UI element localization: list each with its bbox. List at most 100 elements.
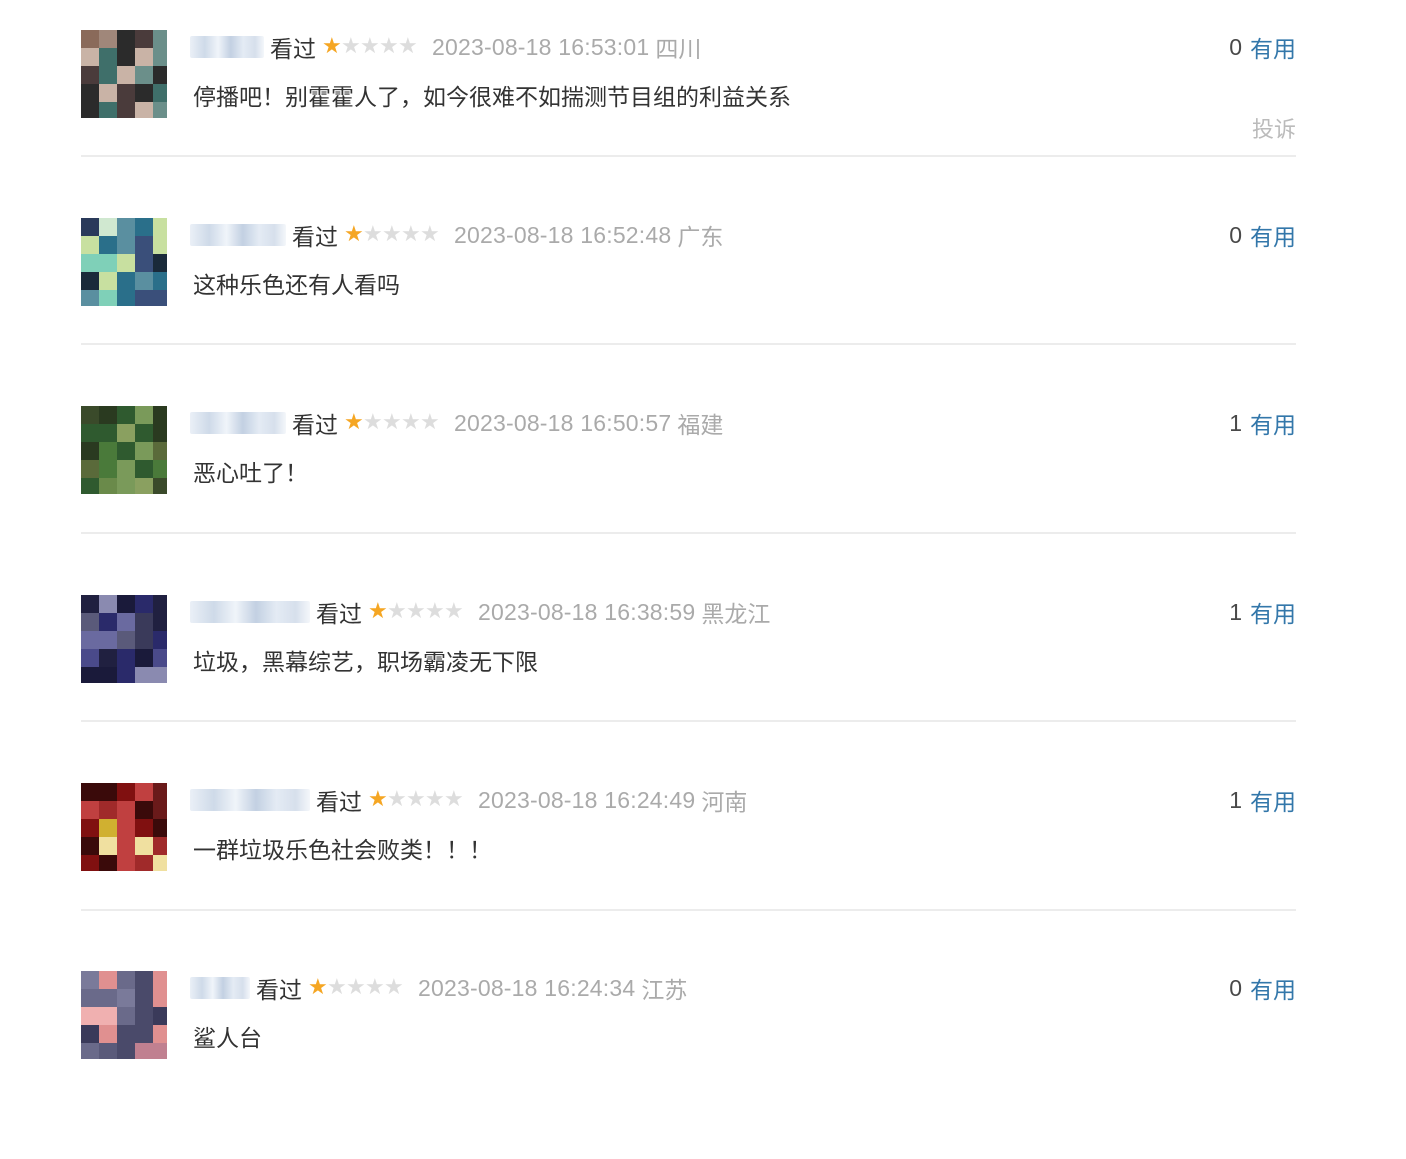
avatar-pixel bbox=[81, 1007, 99, 1025]
useful-button[interactable]: 有用 bbox=[1250, 971, 1296, 1005]
avatar[interactable] bbox=[81, 595, 167, 683]
avatar-pixel bbox=[135, 855, 153, 871]
rating-stars: ★ ★ ★ ★ ★ bbox=[344, 411, 442, 435]
avatar-pixel bbox=[135, 460, 153, 478]
avatar-pixel bbox=[117, 48, 135, 66]
comment-meta: 看过 ★ ★ ★ ★ ★ 2023-08-18 16:24:49 河南 bbox=[190, 783, 747, 817]
username-blurred[interactable] bbox=[190, 601, 310, 623]
avatar-pixel bbox=[81, 102, 99, 118]
rating-stars: ★ ★ ★ ★ ★ bbox=[368, 600, 466, 624]
watched-status: 看过 bbox=[316, 790, 362, 816]
avatar-pixel bbox=[99, 460, 117, 478]
rating-stars: ★ ★ ★ ★ ★ bbox=[308, 976, 406, 1000]
avatar-pixel bbox=[153, 290, 167, 306]
avatar-pixel bbox=[99, 236, 117, 254]
star-icon: ★ bbox=[360, 34, 380, 59]
comment-item: 看过 ★ ★ ★ ★ ★ 2023-08-18 16:50:57 福建 恶心吐了！ 1 … bbox=[81, 406, 1296, 594]
avatar-pixel bbox=[99, 66, 117, 84]
username-blurred[interactable] bbox=[190, 36, 264, 58]
avatar-pixel bbox=[153, 783, 167, 801]
avatar[interactable] bbox=[81, 218, 167, 306]
star-icon: ★ bbox=[401, 410, 421, 435]
avatar-pixel bbox=[81, 442, 99, 460]
avatar-pixel bbox=[81, 290, 99, 306]
star-icon: ★ bbox=[365, 975, 385, 1000]
avatar[interactable] bbox=[81, 30, 167, 118]
avatar-pixel bbox=[99, 218, 117, 236]
avatar-pixel bbox=[81, 1043, 99, 1059]
comment-meta: 看过 ★ ★ ★ ★ ★ 2023-08-18 16:53:01 四川 bbox=[190, 30, 701, 64]
avatar-pixel bbox=[135, 424, 153, 442]
avatar-pixel bbox=[153, 406, 167, 424]
avatar-pixel bbox=[99, 783, 117, 801]
avatar[interactable] bbox=[81, 971, 167, 1059]
comment-item: 看过 ★ ★ ★ ★ ★ 2023-08-18 16:53:01 四川 停播吧！别霍霍人… bbox=[81, 30, 1296, 218]
avatar[interactable] bbox=[81, 406, 167, 494]
avatar-pixel bbox=[153, 460, 167, 478]
useful-button[interactable]: 有用 bbox=[1250, 218, 1296, 252]
useful-button[interactable]: 有用 bbox=[1250, 406, 1296, 440]
useful-button[interactable]: 有用 bbox=[1250, 595, 1296, 629]
avatar-pixel bbox=[135, 84, 153, 102]
useful-button[interactable]: 有用 bbox=[1250, 30, 1296, 64]
avatar-pixel bbox=[153, 424, 167, 442]
avatar-pixel bbox=[153, 837, 167, 855]
comment-meta: 看过 ★ ★ ★ ★ ★ 2023-08-18 16:38:59 黑龙江 bbox=[190, 595, 770, 629]
avatar-pixel bbox=[153, 236, 167, 254]
avatar-pixel bbox=[135, 1025, 153, 1043]
avatar-pixel bbox=[117, 30, 135, 48]
avatar-pixel bbox=[153, 819, 167, 837]
username-blurred[interactable] bbox=[190, 412, 286, 434]
comment-time: 2023-08-18 16:24:49 bbox=[478, 786, 696, 813]
avatar-pixel bbox=[153, 66, 167, 84]
avatar-pixel bbox=[81, 236, 99, 254]
report-button[interactable]: 投诉 bbox=[1252, 112, 1296, 144]
watched-status: 看过 bbox=[292, 413, 338, 439]
vote-count: 0 bbox=[1229, 974, 1242, 1001]
useful-button[interactable]: 有用 bbox=[1250, 783, 1296, 817]
avatar-pixel bbox=[117, 855, 135, 871]
avatar[interactable] bbox=[81, 783, 167, 871]
avatar-pixel bbox=[135, 254, 153, 272]
avatar-pixel bbox=[135, 102, 153, 118]
avatar-pixel bbox=[99, 478, 117, 494]
comment-item: 看过 ★ ★ ★ ★ ★ 2023-08-18 16:24:49 河南 一群垃圾乐色社会… bbox=[81, 783, 1296, 971]
avatar-pixel bbox=[99, 272, 117, 290]
avatar-pixel bbox=[81, 801, 99, 819]
avatar-pixel bbox=[99, 631, 117, 649]
avatar-pixel bbox=[117, 66, 135, 84]
avatar-pixel bbox=[81, 424, 99, 442]
avatar-pixel bbox=[135, 783, 153, 801]
avatar-pixel bbox=[99, 84, 117, 102]
avatar-pixel bbox=[135, 989, 153, 1007]
star-icon: ★ bbox=[425, 599, 445, 624]
star-icon: ★ bbox=[387, 599, 407, 624]
avatar-pixel bbox=[153, 613, 167, 631]
comment-region: 广东 bbox=[677, 225, 724, 251]
avatar-pixel bbox=[117, 236, 135, 254]
avatar-pixel bbox=[135, 1007, 153, 1025]
username-blurred[interactable] bbox=[190, 977, 250, 999]
vote-area: 1 有用 bbox=[1229, 783, 1296, 817]
avatar-pixel bbox=[153, 30, 167, 48]
avatar-pixel bbox=[153, 667, 167, 683]
avatar-pixel bbox=[153, 649, 167, 667]
avatar-pixel bbox=[81, 84, 99, 102]
username-blurred[interactable] bbox=[190, 224, 286, 246]
avatar-pixel bbox=[135, 1043, 153, 1059]
comment-item: 看过 ★ ★ ★ ★ ★ 2023-08-18 16:24:34 江苏 鲨人台 0 有用 bbox=[81, 971, 1296, 1159]
avatar-pixel bbox=[117, 478, 135, 494]
avatar-pixel bbox=[81, 613, 99, 631]
vote-area: 0 有用 bbox=[1229, 218, 1296, 252]
comment-region: 黑龙江 bbox=[701, 602, 771, 628]
comment-content: 垃圾，黑幕综艺，职场霸凌无下限 bbox=[193, 650, 538, 676]
avatar-pixel bbox=[135, 667, 153, 683]
avatar-pixel bbox=[81, 855, 99, 871]
avatar-pixel bbox=[99, 442, 117, 460]
avatar-pixel bbox=[135, 48, 153, 66]
avatar-pixel bbox=[117, 424, 135, 442]
vote-area: 0 有用 bbox=[1229, 30, 1296, 64]
avatar-pixel bbox=[153, 102, 167, 118]
vote-count: 0 bbox=[1229, 221, 1242, 248]
username-blurred[interactable] bbox=[190, 789, 310, 811]
